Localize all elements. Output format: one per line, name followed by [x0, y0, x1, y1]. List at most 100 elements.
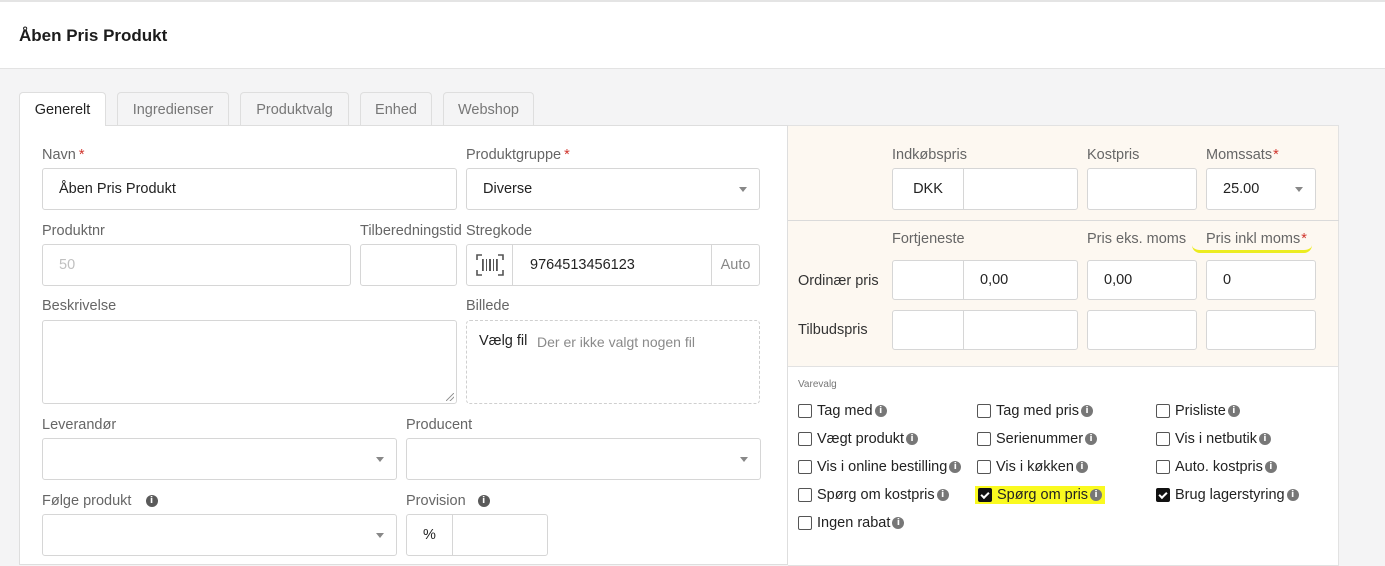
billede-label: Billede: [466, 298, 510, 314]
info-icon[interactable]: i: [145, 495, 158, 508]
varevalg-title: Varevalg: [798, 379, 837, 390]
checkbox[interactable]: [1156, 432, 1170, 446]
option-spoerg-om-pris[interactable]: Spørg om pris i: [975, 486, 1106, 504]
tilbud-inkl-moms-input[interactable]: [1206, 310, 1316, 350]
ordinaer-fortjeneste-group: 0,00: [892, 260, 1078, 300]
produktgruppe-select[interactable]: Diverse: [466, 168, 760, 210]
stregkode-auto-button[interactable]: Auto: [711, 245, 759, 285]
ordinaer-fortjeneste-pct-input[interactable]: [893, 261, 964, 299]
ordinaer-inkl-moms-input[interactable]: 0: [1206, 260, 1316, 300]
checkbox-checked[interactable]: [1156, 488, 1170, 502]
highlight-underline: [1192, 245, 1312, 253]
tilbudspris-label: Tilbudspris: [798, 322, 868, 338]
checkbox[interactable]: [798, 404, 812, 418]
chevron-down-icon: [376, 533, 384, 538]
info-icon[interactable]: i: [1258, 433, 1271, 445]
info-icon[interactable]: i: [1075, 461, 1088, 473]
option-auto-kostpris[interactable]: Auto. kostpris i: [1156, 459, 1277, 475]
kostpris-input[interactable]: [1087, 168, 1197, 210]
tilberedningstid-input[interactable]: [360, 244, 457, 286]
checkbox[interactable]: [798, 516, 812, 530]
tilberedningstid-label: Tilberedningstid: [360, 223, 462, 239]
stregkode-input[interactable]: 9764513456123: [530, 257, 635, 273]
indkobspris-label: Indkøbspris: [892, 147, 967, 163]
page-header: Åben Pris Produkt: [0, 2, 1385, 69]
provision-label: Provision i: [406, 493, 490, 509]
pris-eks-moms-header: Pris eks. moms: [1087, 231, 1187, 247]
ordinaer-eks-moms-input[interactable]: 0,00: [1087, 260, 1197, 300]
resize-handle-icon[interactable]: [446, 393, 454, 401]
option-vaegt-produkt[interactable]: Vægt produkt i: [798, 431, 919, 447]
tab-produktvalg[interactable]: Produktvalg: [240, 92, 349, 126]
checkbox[interactable]: [1156, 460, 1170, 474]
barcode-icon: [475, 254, 504, 276]
fortjeneste-header: Fortjeneste: [892, 231, 965, 247]
tilbud-eks-moms-input[interactable]: [1087, 310, 1197, 350]
momssats-value: 25.00: [1223, 181, 1260, 197]
stregkode-group: 9764513456123 Auto: [466, 244, 760, 286]
checkbox[interactable]: [798, 432, 812, 446]
option-serienummer[interactable]: Serienummer i: [977, 431, 1098, 447]
checkbox[interactable]: [977, 460, 991, 474]
option-tag-med[interactable]: Tag med i: [798, 403, 887, 419]
chevron-down-icon: [376, 457, 384, 462]
currency-label: DKK: [893, 169, 964, 209]
billede-dropzone[interactable]: Vælg fil Der er ikke valgt nogen fil: [466, 320, 760, 404]
tab-generelt[interactable]: Generelt: [19, 92, 106, 126]
indkobspris-group: DKK: [892, 168, 1078, 210]
option-spoerg-om-kostpris[interactable]: Spørg om kostpris i: [798, 487, 949, 503]
leverandor-label: Leverandør: [42, 417, 117, 433]
checkbox[interactable]: [1156, 404, 1170, 418]
navn-input[interactable]: Åben Pris Produkt: [42, 168, 457, 210]
info-icon[interactable]: i: [1286, 489, 1299, 501]
option-prisliste[interactable]: Prisliste i: [1156, 403, 1240, 419]
option-brug-lagerstyring[interactable]: Brug lagerstyring i: [1156, 487, 1299, 503]
option-vis-i-koekken[interactable]: Vis i køkken i: [977, 459, 1088, 475]
folge-produkt-select[interactable]: [42, 514, 397, 556]
produktnr-label: Produktnr: [42, 223, 105, 239]
tab-enhed[interactable]: Enhed: [360, 92, 432, 126]
info-icon[interactable]: i: [906, 433, 919, 445]
info-icon[interactable]: i: [874, 405, 887, 417]
checkbox[interactable]: [977, 404, 991, 418]
ordinaer-fortjeneste-input[interactable]: 0,00: [980, 272, 1008, 288]
stregkode-label: Stregkode: [466, 223, 533, 239]
barcode-scan-button[interactable]: [467, 245, 513, 285]
info-icon[interactable]: i: [949, 461, 962, 473]
beskrivelse-label: Beskrivelse: [42, 298, 117, 314]
option-vis-i-netbutik[interactable]: Vis i netbutik i: [1156, 431, 1271, 447]
tab-webshop[interactable]: Webshop: [443, 92, 534, 126]
info-icon[interactable]: i: [1227, 405, 1240, 417]
produktnr-input[interactable]: 50: [42, 244, 351, 286]
folge-produkt-label: Følge produkt i: [42, 493, 158, 509]
info-icon[interactable]: i: [1085, 433, 1098, 445]
checkbox[interactable]: [798, 460, 812, 474]
option-ingen-rabat[interactable]: Ingen rabat i: [798, 515, 905, 531]
info-icon[interactable]: i: [1081, 405, 1094, 417]
option-vis-i-online-bestilling[interactable]: Vis i online bestilling i: [798, 459, 962, 475]
producent-label: Producent: [406, 417, 473, 433]
tab-ingredienser[interactable]: Ingredienser: [117, 92, 229, 126]
produktgruppe-value: Diverse: [483, 181, 533, 197]
checkbox[interactable]: [798, 488, 812, 502]
checkbox-checked[interactable]: [978, 488, 992, 502]
info-icon[interactable]: i: [477, 495, 490, 508]
info-icon[interactable]: i: [1090, 489, 1103, 501]
tilbud-fortjeneste-pct-input[interactable]: [893, 311, 964, 349]
option-tag-med-pris[interactable]: Tag med pris i: [977, 403, 1094, 419]
pricing-divider: [788, 220, 1339, 221]
page-title: Åben Pris Produkt: [19, 26, 168, 45]
info-icon[interactable]: i: [892, 517, 905, 529]
ordinaer-pris-label: Ordinær pris: [798, 273, 879, 289]
leverandor-select[interactable]: [42, 438, 397, 480]
producent-select[interactable]: [406, 438, 761, 480]
beskrivelse-textarea[interactable]: [42, 320, 457, 404]
momssats-select[interactable]: 25.00: [1206, 168, 1316, 210]
file-status-text: Der er ikke valgt nogen fil: [537, 334, 695, 350]
chevron-down-icon: [740, 457, 748, 462]
provision-unit: %: [407, 515, 453, 555]
checkbox[interactable]: [977, 432, 991, 446]
info-icon[interactable]: i: [1264, 461, 1277, 473]
choose-file-button[interactable]: Vælg fil: [479, 333, 527, 349]
info-icon[interactable]: i: [936, 489, 949, 501]
